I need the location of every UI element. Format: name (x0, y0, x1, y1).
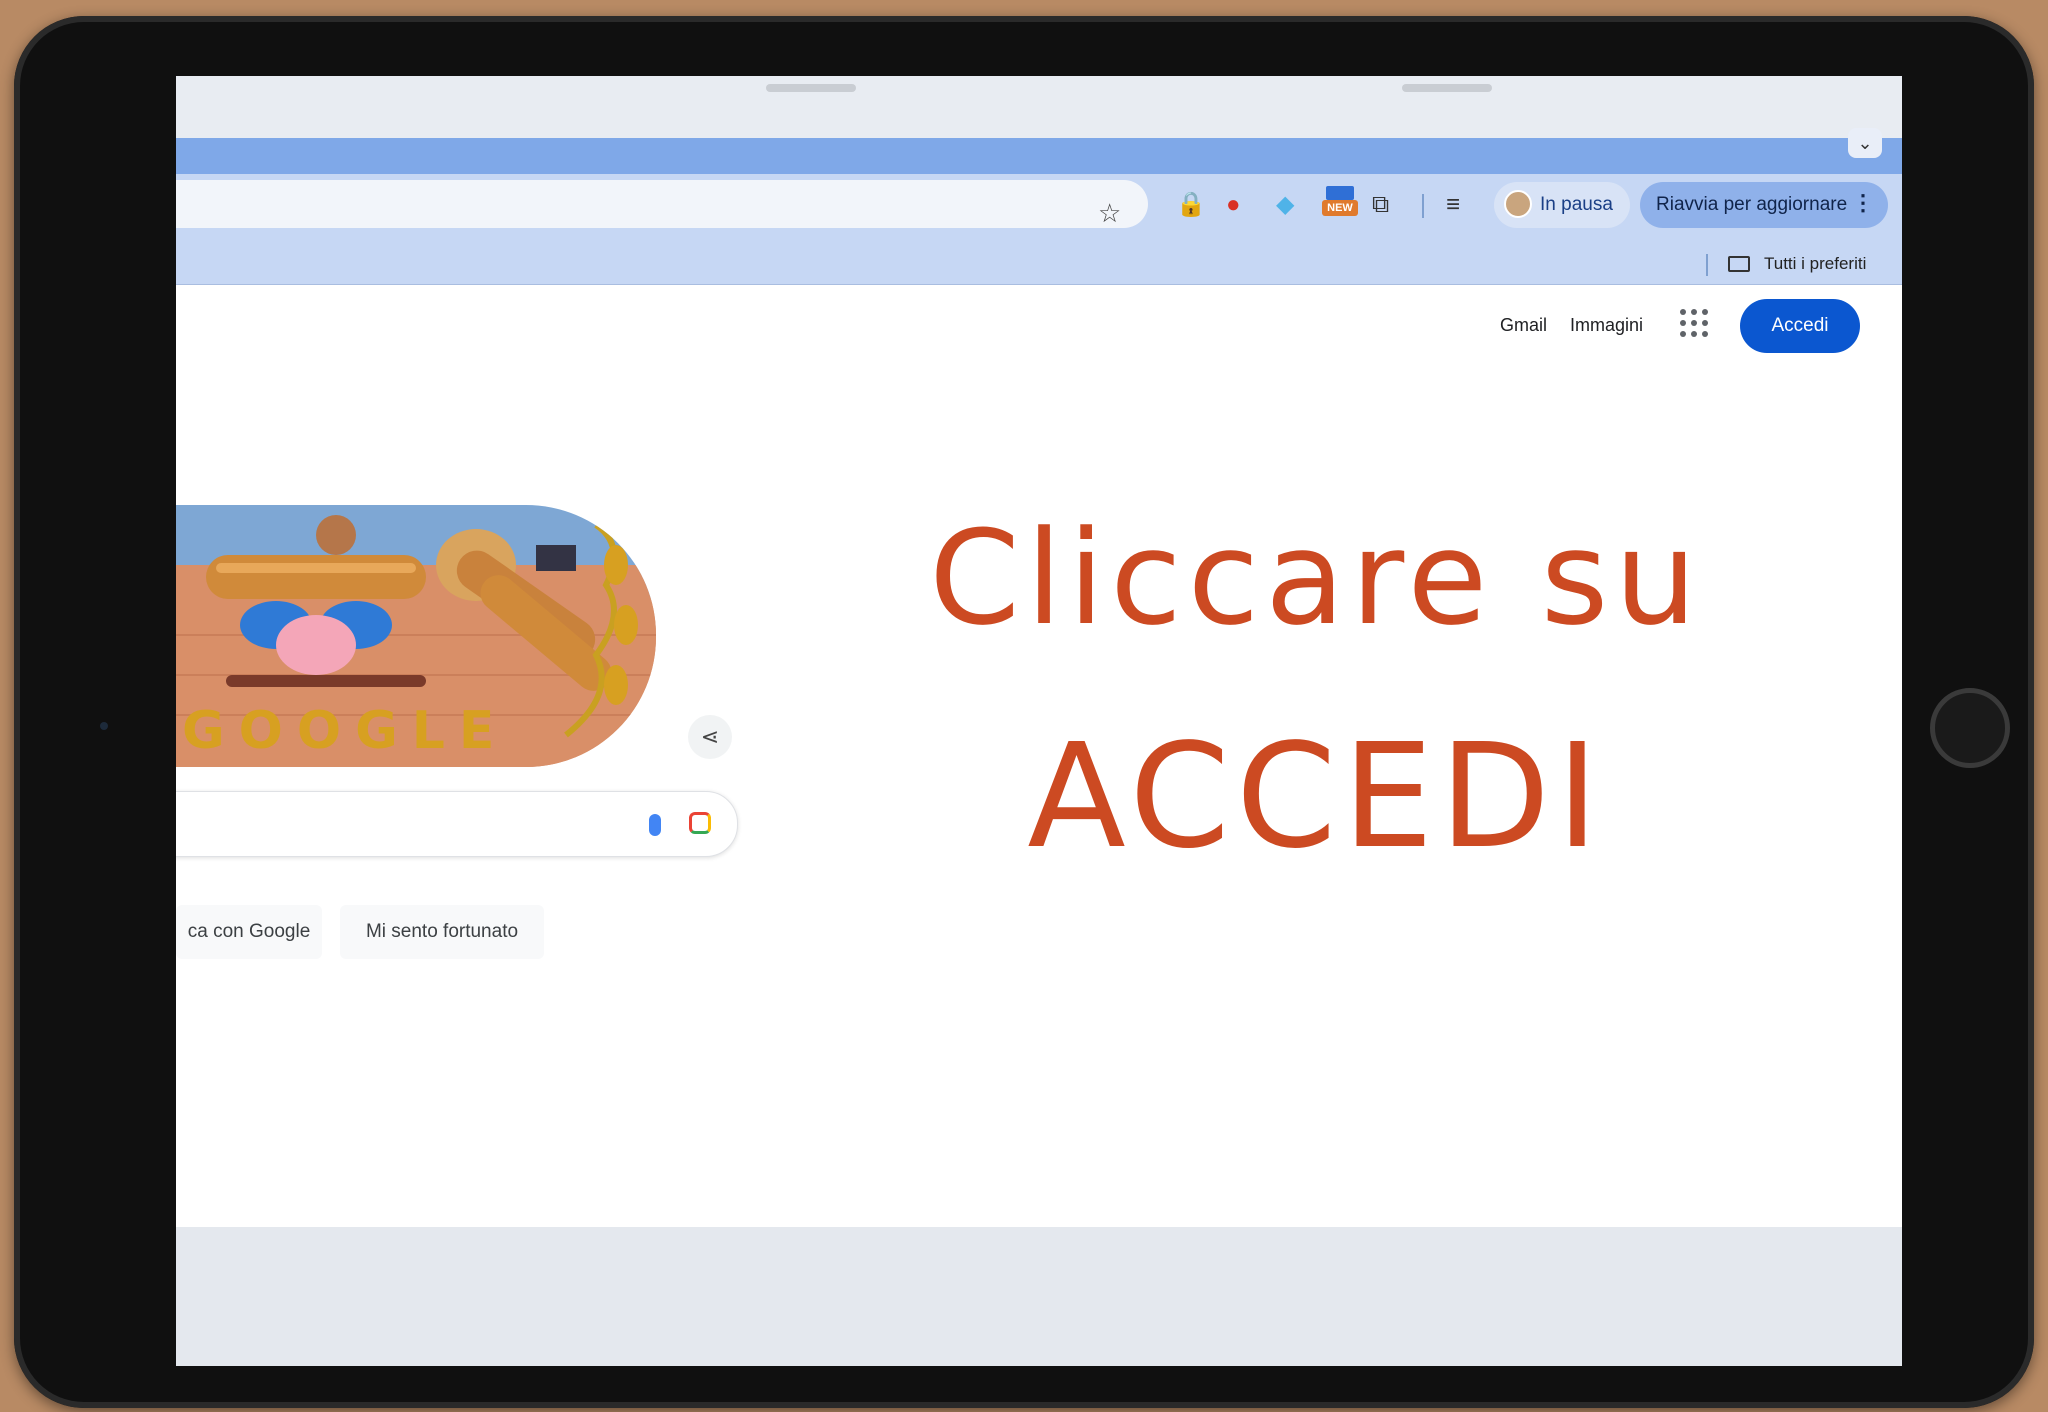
folder-icon (1728, 256, 1750, 272)
search-input[interactable] (176, 791, 738, 857)
front-camera (100, 722, 108, 730)
window-handle[interactable] (1402, 84, 1492, 92)
address-bar[interactable]: ☆ (176, 180, 1148, 228)
instruction-caption-line1: Cliccare su (929, 502, 1703, 654)
profile-button[interactable]: In pausa (1494, 182, 1630, 228)
gmail-link[interactable]: Gmail (1500, 315, 1547, 336)
new-badge-screen (1326, 186, 1354, 200)
google-lens-icon[interactable] (689, 812, 711, 834)
window-handle[interactable] (766, 84, 856, 92)
share-icon[interactable]: ⋖ (688, 715, 732, 759)
signin-button[interactable]: Accedi (1740, 299, 1860, 353)
tablet-frame: ⌄ ☆ 🔒 ● ◆ NEW ⧉ ≡ In pausa Riavvia per a… (14, 16, 2034, 1408)
google-search-button[interactable]: ca con Google (176, 905, 322, 959)
new-badge-label: NEW (1322, 200, 1358, 216)
images-link[interactable]: Immagini (1570, 315, 1643, 336)
feeling-lucky-button[interactable]: Mi sento fortunato (340, 905, 544, 959)
doodle-google-word: GOOGLE (182, 701, 509, 761)
tablet-screen: ⌄ ☆ 🔒 ● ◆ NEW ⧉ ≡ In pausa Riavvia per a… (176, 76, 1902, 1366)
browser-toolbar: ☆ 🔒 ● ◆ NEW ⧉ ≡ In pausa Riavvia per agg… (176, 174, 1902, 244)
kebab-menu-icon[interactable]: ⋮ (1852, 190, 1874, 216)
instruction-caption-line2: ACCEDI (1027, 712, 1605, 880)
screen-bottom-area (176, 1227, 1902, 1366)
apps-grid-icon[interactable] (1680, 309, 1708, 337)
bookmarks-divider (1706, 254, 1708, 276)
tab-search-chevron-icon[interactable]: ⌄ (1848, 128, 1882, 158)
toolbar-divider (1422, 194, 1424, 218)
tomato-icon[interactable]: ● (1226, 190, 1241, 220)
bookmark-star-icon[interactable]: ☆ (1098, 198, 1121, 229)
tab-bar (176, 138, 1902, 174)
update-button[interactable]: Riavvia per aggiornare ⋮ (1640, 182, 1888, 228)
home-button[interactable] (1930, 688, 2010, 768)
update-label: Riavvia per aggiornare (1656, 194, 1848, 215)
new-badge-icon[interactable]: NEW (1322, 186, 1358, 220)
bookmarks-bar: Tutti i preferiti (176, 244, 1902, 285)
microphone-icon[interactable] (649, 814, 661, 836)
window-top-strip (176, 76, 1902, 138)
lock-icon[interactable]: 🔒 (1176, 190, 1206, 220)
playlist-icon[interactable]: ≡ (1446, 190, 1460, 220)
puzzle-icon[interactable]: ⧉ (1372, 190, 1389, 220)
diamond-icon[interactable]: ◆ (1276, 190, 1294, 220)
avatar (1504, 190, 1532, 218)
all-bookmarks-link[interactable]: Tutti i preferiti (1764, 254, 1866, 274)
profile-status-label: In pausa (1540, 194, 1613, 215)
